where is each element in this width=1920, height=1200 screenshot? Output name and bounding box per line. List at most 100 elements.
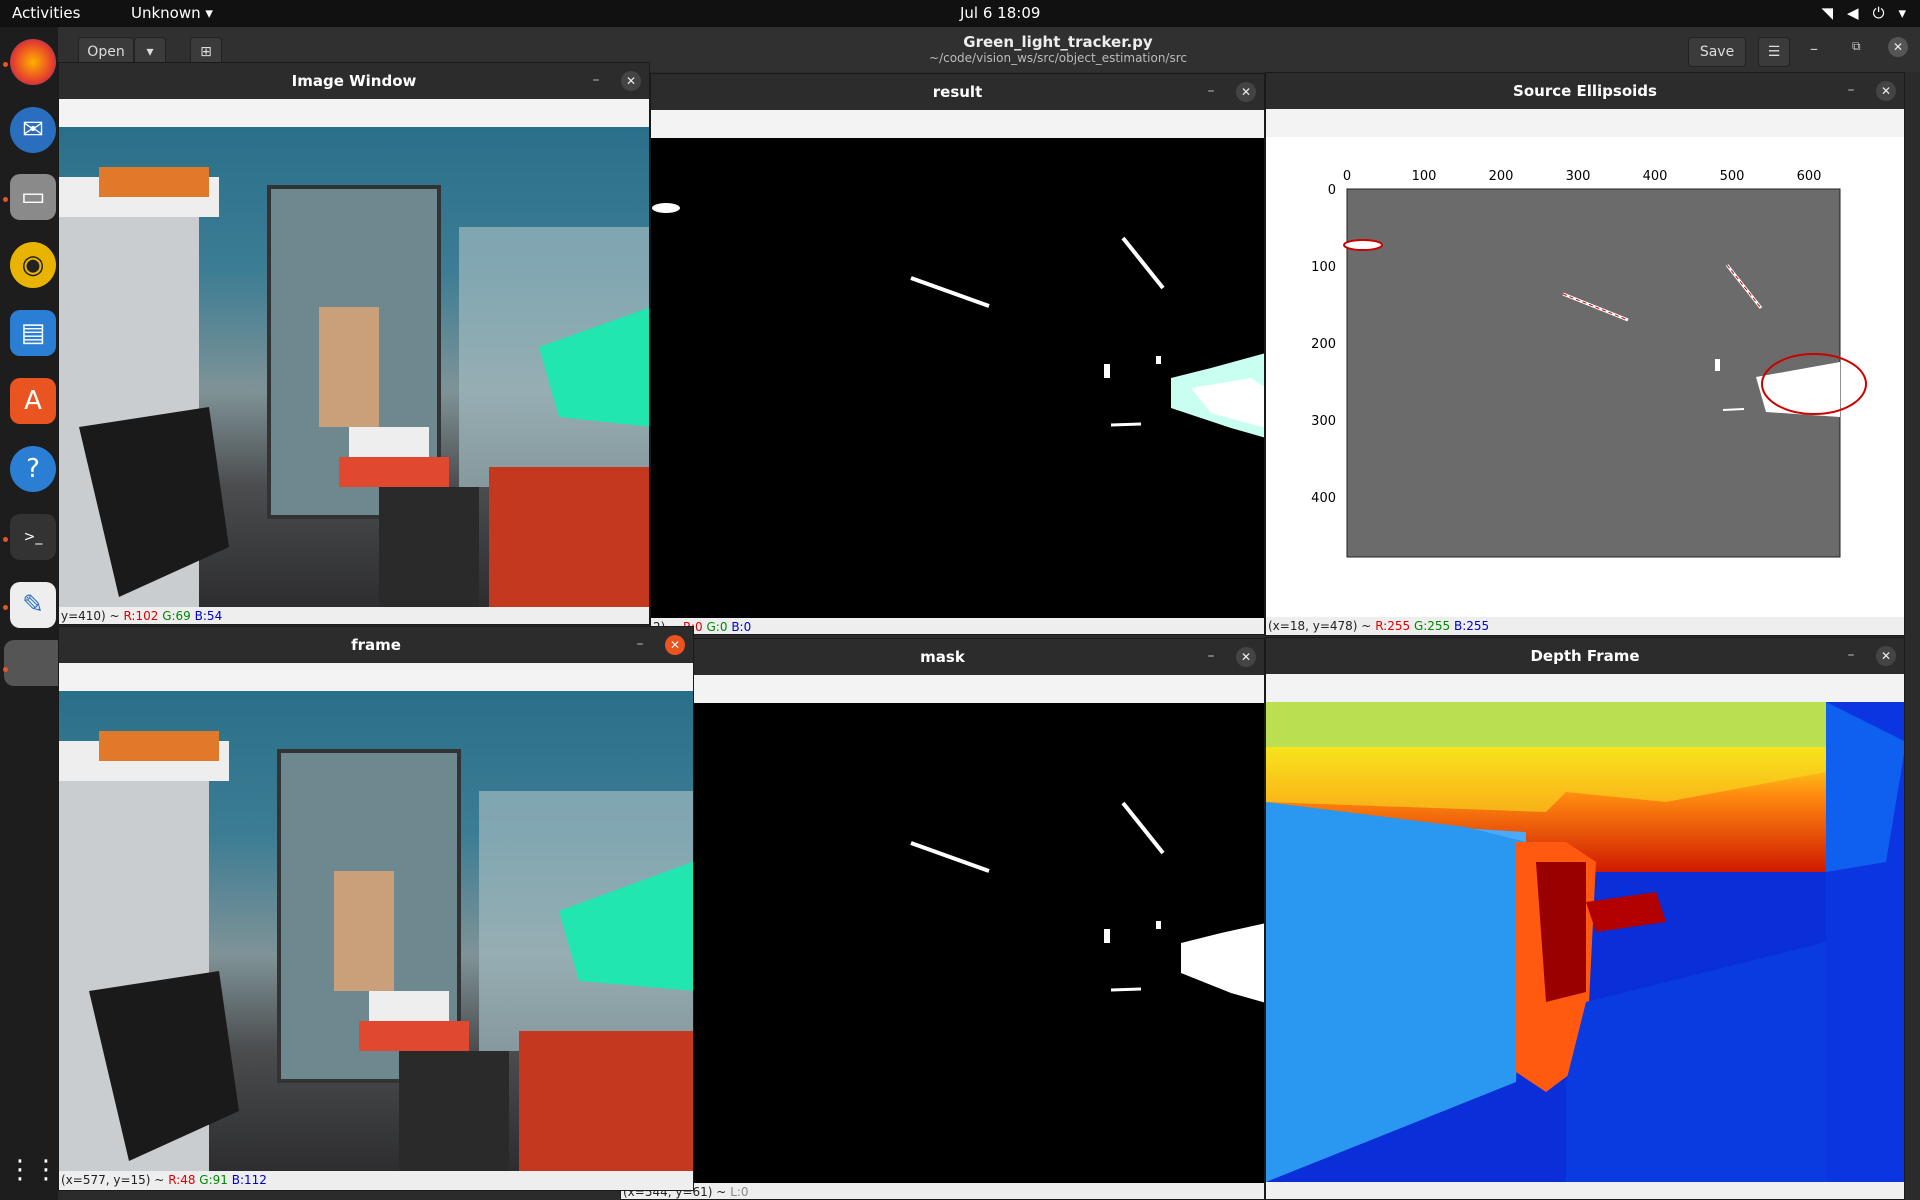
status-coords: (x=18, y=478) ~ — [1268, 619, 1372, 633]
minimize-button[interactable]: – — [1202, 647, 1220, 665]
active-window-icon[interactable] — [4, 640, 66, 686]
status-blue: B:54 — [194, 609, 223, 623]
close-button[interactable]: ✕ — [621, 71, 641, 91]
document-title: Green_light_tracker.py — [963, 33, 1153, 51]
app-menu[interactable]: Unknown ▾ — [131, 4, 213, 22]
firefox-icon[interactable] — [10, 39, 56, 85]
running-indicator — [3, 197, 8, 202]
image-window: Image Window – ✕ y=410) ~ R:102 G:69 B:5… — [58, 62, 650, 625]
minimize-button[interactable]: – — [1842, 81, 1860, 99]
close-button[interactable]: ✕ — [1888, 37, 1908, 57]
files-icon[interactable]: ▭ — [10, 174, 56, 220]
mask-window: mask – ✕ (x=544, y=61) ~ L:0 — [620, 638, 1265, 1200]
terminal-icon[interactable]: >_ — [10, 514, 56, 560]
show-apps-icon[interactable]: ⋮⋮ — [7, 1147, 59, 1193]
power-icon: ⏻ — [1872, 4, 1885, 22]
window-title: Depth Frame — [1530, 647, 1640, 665]
minimize-button[interactable]: – — [631, 635, 649, 653]
running-indicator — [3, 62, 8, 67]
status-red: R:48 — [168, 1173, 196, 1187]
libreoffice-writer-icon[interactable]: ▤ — [10, 310, 56, 356]
window-title: Image Window — [291, 72, 417, 90]
minimize-button[interactable]: – — [1810, 39, 1818, 58]
activities-button[interactable]: Activities — [12, 4, 80, 22]
x-tick-label: 100 — [1412, 169, 1437, 184]
status-blue: B:112 — [231, 1173, 267, 1187]
window-toolbar — [1266, 109, 1904, 137]
volume-icon: ◀ — [1847, 4, 1859, 22]
window-title: mask — [920, 648, 965, 666]
x-tick-label: 0 — [1343, 169, 1351, 184]
clock[interactable]: Jul 6 18:09 — [960, 4, 1040, 22]
new-tab-icon: ⊞ — [200, 44, 212, 60]
running-indicator — [3, 667, 8, 672]
frame-image[interactable] — [59, 691, 693, 1171]
app-menu-label: Unknown — [131, 4, 201, 22]
source-ellipsoids-window: Source Ellipsoids – ✕ 0 100 200 300 400 … — [1265, 72, 1905, 636]
result-image[interactable] — [651, 138, 1264, 618]
status-green: G:91 — [199, 1173, 228, 1187]
window-toolbar — [651, 110, 1264, 138]
mask-image[interactable] — [621, 703, 1264, 1183]
minimize-button[interactable]: – — [587, 71, 605, 89]
chevron-down-icon: ▾ — [1898, 4, 1906, 22]
help-icon[interactable]: ? — [10, 446, 56, 492]
status-bar: y=410) ~ R:102 G:69 B:54 — [59, 607, 649, 624]
status-red: R:102 — [123, 609, 159, 623]
chevron-down-icon: ▾ — [146, 44, 154, 60]
top-bar: Activities Unknown ▾ Jul 6 18:09 ◥ ◀ ⏻ ▾ — [0, 0, 1920, 27]
window-toolbar — [59, 99, 649, 127]
status-bar: (x=544, y=61) ~ L:0 — [621, 1183, 1264, 1199]
y-tick-label: 300 — [1311, 414, 1336, 429]
window-titlebar[interactable]: result — [651, 74, 1264, 110]
window-title: Source Ellipsoids — [1513, 82, 1657, 100]
x-tick-label: 500 — [1720, 169, 1745, 184]
ellipsoid-plot[interactable]: 0 100 200 300 400 500 600 0 100 200 300 … — [1266, 137, 1904, 617]
status-green: G:0 — [706, 620, 728, 634]
status-coords: y=410) ~ — [61, 609, 120, 623]
y-tick-labels: 0 100 200 300 400 — [1311, 183, 1336, 506]
system-status-area[interactable]: ◥ ◀ ⏻ ▾ — [1822, 4, 1907, 22]
status-coords: (x=577, y=15) ~ — [61, 1173, 165, 1187]
x-tick-label: 400 — [1643, 169, 1668, 184]
window-titlebar[interactable]: Depth Frame — [1266, 638, 1904, 674]
camera-image[interactable] — [59, 127, 649, 607]
status-red: R:255 — [1375, 619, 1411, 633]
y-tick-label: 0 — [1328, 183, 1336, 198]
window-titlebar[interactable]: mask — [621, 639, 1264, 675]
status-green: G:255 — [1413, 619, 1451, 633]
window-toolbar — [1266, 674, 1904, 702]
menu-icon: ☰ — [1767, 44, 1781, 60]
depth-image[interactable] — [1266, 702, 1904, 1182]
status-bar: (x=577, y=15) ~ R:48 G:91 B:112 — [59, 1171, 693, 1189]
window-titlebar[interactable]: frame — [59, 627, 693, 663]
rhythmbox-icon[interactable]: ◉ — [10, 242, 56, 288]
x-tick-labels: 0 100 200 300 400 500 600 — [1343, 169, 1822, 184]
dock: ✉ ▭ ◉ ▤ A ? >_ ✎ ⋮⋮ — [0, 27, 66, 1200]
minimize-button[interactable]: – — [1842, 646, 1860, 664]
y-tick-label: 400 — [1311, 491, 1336, 506]
text-editor-icon[interactable]: ✎ — [10, 582, 56, 628]
chevron-down-icon: ▾ — [205, 4, 213, 22]
minimize-button[interactable]: – — [1202, 82, 1220, 100]
close-button[interactable]: ✕ — [1876, 81, 1896, 101]
save-button[interactable]: Save — [1688, 37, 1746, 67]
running-indicator — [3, 605, 8, 610]
close-button[interactable]: ✕ — [665, 635, 685, 655]
document-path: ~/code/vision_ws/src/object_estimation/s… — [929, 51, 1187, 65]
thunderbird-icon[interactable]: ✉ — [10, 107, 56, 153]
status-bar: (x=18, y=478) ~ R:255 G:255 B:255 — [1266, 617, 1904, 635]
close-button[interactable]: ✕ — [1236, 647, 1256, 667]
x-tick-label: 300 — [1566, 169, 1591, 184]
close-button[interactable]: ✕ — [1236, 82, 1256, 102]
wifi-icon: ◥ — [1821, 4, 1834, 22]
close-button[interactable]: ✕ — [1876, 646, 1896, 666]
software-icon[interactable]: A — [10, 378, 56, 424]
maximize-button[interactable]: ⧉ — [1852, 39, 1861, 54]
y-tick-label: 200 — [1311, 337, 1336, 352]
hamburger-menu-button[interactable]: ☰ — [1758, 37, 1790, 67]
depth-frame-window: Depth Frame – ✕ — [1265, 637, 1905, 1200]
status-green: G:69 — [162, 609, 191, 623]
window-titlebar[interactable]: Source Ellipsoids — [1266, 73, 1904, 109]
window-titlebar[interactable]: Image Window — [59, 63, 649, 99]
